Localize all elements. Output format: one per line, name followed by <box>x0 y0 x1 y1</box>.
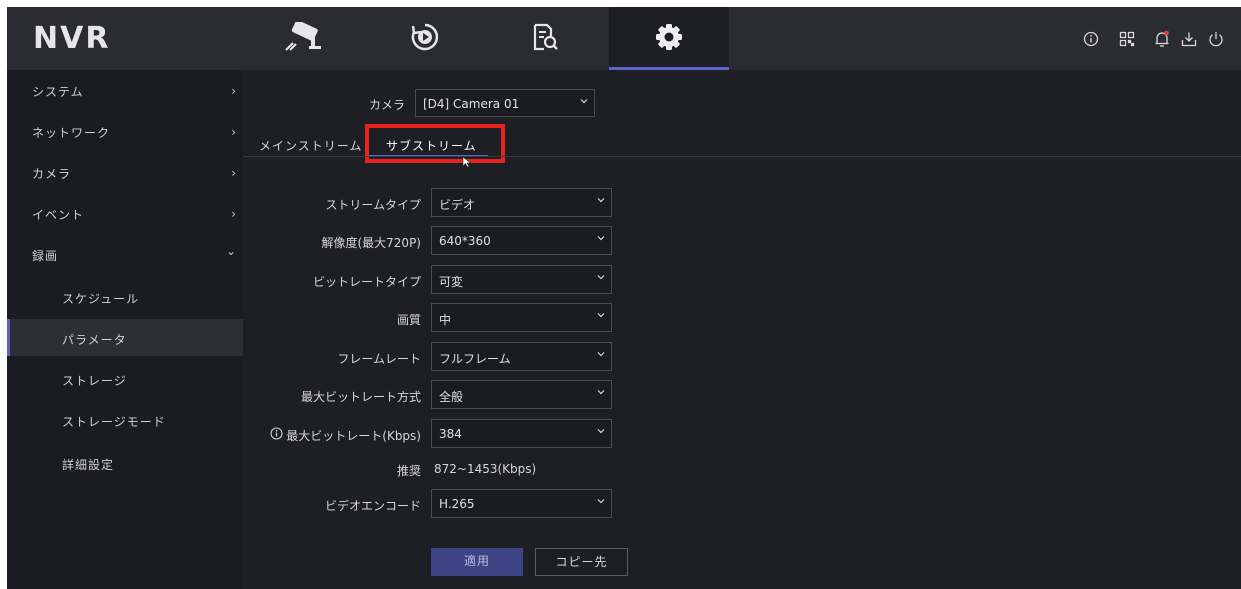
max-bitrate-mode-label: 最大ビットレート方式 <box>300 390 421 404</box>
recommended-label: 推奨 <box>396 464 421 478</box>
sidebar-item-schedule[interactable]: スケジュール <box>7 277 243 317</box>
sidebar-item-label: パラメータ <box>62 333 127 347</box>
video-encoding-value: H.265 <box>439 497 475 511</box>
info-icon[interactable] <box>1081 29 1101 49</box>
sidebar-item-label: カメラ <box>32 167 72 181</box>
chevron-right-icon: › <box>231 125 237 139</box>
recommended-value: 872~1453(Kbps) <box>434 462 537 476</box>
tab-divider <box>243 156 1241 157</box>
bitrate-type-label: ビットレートタイプ <box>312 275 421 289</box>
bell-icon[interactable] <box>1152 29 1172 49</box>
search-file-icon <box>531 22 559 56</box>
camera-icon <box>283 19 327 56</box>
chevron-down-icon <box>597 198 605 203</box>
chevron-down-icon <box>580 99 588 104</box>
sidebar-item-label: イベント <box>32 208 85 222</box>
chevron-right-icon: › <box>231 84 237 98</box>
sidebar-item-storage-mode[interactable]: ストレージモード <box>7 400 243 440</box>
playback-icon <box>410 22 440 56</box>
sidebar-item-label: システム <box>32 85 84 99</box>
max-bitrate-label: 最大ビットレート(Kbps) <box>286 429 421 443</box>
apply-button[interactable]: 適用 <box>431 548 523 576</box>
sidebar-item-advanced[interactable]: 詳細設定 <box>7 443 243 483</box>
sidebar-item-recording[interactable]: 録画 ⌄ <box>7 234 243 274</box>
chevron-down-icon: ⌄ <box>225 244 237 258</box>
sidebar: システム › ネットワーク › カメラ › イベント › 録画 ⌄ スケジュール… <box>7 70 243 589</box>
chevron-down-icon <box>597 499 605 504</box>
max-bitrate-value: 384 <box>439 427 462 441</box>
power-icon[interactable] <box>1206 29 1226 49</box>
frame-rate-label: フレームレート <box>337 352 421 366</box>
app-logo: NVR <box>33 21 111 56</box>
sidebar-item-label: ネットワーク <box>32 126 111 140</box>
stream-type-label: ストリームタイプ <box>325 198 421 212</box>
stream-type-select[interactable]: ビデオ <box>431 188 612 217</box>
mouse-cursor-icon <box>462 156 472 168</box>
top-bar: NVR <box>7 7 1241 70</box>
chevron-right-icon: › <box>231 207 237 221</box>
sidebar-item-label: ストレージ <box>62 374 127 388</box>
quality-label: 画質 <box>396 313 421 327</box>
chevron-right-icon: › <box>231 166 237 180</box>
copy-to-button[interactable]: コピー先 <box>535 548 628 576</box>
bitrate-type-select[interactable]: 可変 <box>431 265 612 294</box>
resolution-value: 640*360 <box>439 234 491 248</box>
camera-select[interactable]: [D4] Camera 01 <box>415 89 595 117</box>
sidebar-item-event[interactable]: イベント › <box>7 193 243 233</box>
quality-select[interactable]: 中 <box>431 303 612 332</box>
frame-rate-value: フルフレーム <box>439 352 511 366</box>
max-bitrate-mode-select[interactable]: 全般 <box>431 380 612 409</box>
bitrate-type-value: 可変 <box>439 275 464 289</box>
sidebar-item-camera[interactable]: カメラ › <box>7 152 243 192</box>
qr-code-icon[interactable] <box>1117 29 1137 49</box>
max-bitrate-select[interactable]: 384 <box>431 419 612 448</box>
resolution-label: 解像度(最大720P) <box>321 236 421 250</box>
info-icon[interactable] <box>270 427 283 440</box>
stream-type-value: ビデオ <box>439 198 476 212</box>
sidebar-item-label: ストレージモード <box>62 415 166 429</box>
sidebar-item-parameters[interactable]: パラメータ <box>7 319 243 356</box>
chevron-down-icon <box>597 236 605 241</box>
highlight-box <box>365 124 505 163</box>
camera-label: カメラ <box>368 98 405 112</box>
chevron-down-icon <box>597 313 605 318</box>
sidebar-item-system[interactable]: システム › <box>7 70 243 110</box>
max-bitrate-mode-value: 全般 <box>439 390 464 404</box>
chevron-down-icon <box>597 275 605 280</box>
tab-playback[interactable] <box>365 7 485 70</box>
frame-rate-select[interactable]: フルフレーム <box>431 342 612 371</box>
camera-select-value: [D4] Camera 01 <box>423 97 520 111</box>
chevron-down-icon <box>597 429 605 434</box>
tab-main-stream[interactable]: メインストリーム <box>259 137 362 154</box>
parameter-content: カメラ [D4] Camera 01 メインストリーム サブストリーム ストリー… <box>243 70 1241 589</box>
download-icon[interactable] <box>1179 29 1199 49</box>
sidebar-item-network[interactable]: ネットワーク › <box>7 111 243 151</box>
sidebar-item-label: 録画 <box>32 249 59 263</box>
sidebar-item-label: スケジュール <box>62 292 140 306</box>
tab-file-search[interactable] <box>485 7 605 70</box>
gear-icon <box>654 22 684 56</box>
video-encoding-label: ビデオエンコード <box>324 499 421 513</box>
quality-value: 中 <box>439 313 452 327</box>
nvr-app: NVR システム › ネットワーク › カメラ › イベント › 録画 ⌄ スケ… <box>7 7 1241 589</box>
tab-settings[interactable] <box>609 7 729 70</box>
resolution-select[interactable]: 640*360 <box>431 226 612 255</box>
chevron-down-icon <box>597 352 605 357</box>
tab-live-view[interactable] <box>245 7 365 70</box>
video-encoding-select[interactable]: H.265 <box>431 489 612 518</box>
sidebar-item-label: 詳細設定 <box>62 458 115 472</box>
sidebar-item-storage[interactable]: ストレージ <box>7 359 243 399</box>
chevron-down-icon <box>597 390 605 395</box>
